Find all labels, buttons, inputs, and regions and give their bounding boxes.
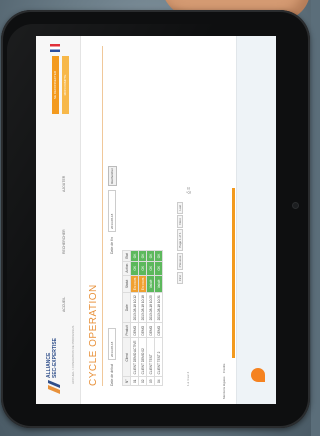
account-button[interactable]: MON COMPTE <box>62 56 69 114</box>
page-indicator: Page 1 of 1 <box>177 229 183 251</box>
table-header-row: N° Client Produit Date Statut Action Eta… <box>122 250 131 386</box>
export-icon[interactable]: ⎙ ✉ <box>186 187 191 194</box>
table-row[interactable]: 03 CLIENT TEST DEMO 2013-08-18 10:25 Val… <box>146 250 155 386</box>
action-badge[interactable]: OK <box>154 261 163 276</box>
status-badge: Validé <box>146 275 155 293</box>
cell: CLIENT DEMO 02 <box>138 337 147 377</box>
menu-item-search[interactable]: RECHERCHER <box>62 229 66 254</box>
state-badge: OK <box>146 250 155 262</box>
status-badge: En cours <box>138 275 147 293</box>
flag-icon[interactable] <box>50 44 60 52</box>
status-badge: En cours <box>130 275 139 293</box>
date-from-label: Date de début <box>110 364 114 386</box>
legal-link[interactable]: Mentions légales <box>222 376 226 399</box>
web-page: ALLIANCE SEC-EXPERTISE ACCUEIL RECHERCHE… <box>36 36 276 404</box>
cell: DEMO <box>130 322 139 338</box>
results-count: 1 à 4 sur 4 <box>186 371 190 386</box>
footer-links: Mentions légales Crédits <box>222 364 226 399</box>
cell: DEMO <box>154 322 163 338</box>
header: ALLIANCE SEC-EXPERTISE ACCUEIL RECHERCHE… <box>36 36 81 404</box>
col-header: Statut <box>122 275 131 293</box>
col-header: Client <box>122 337 131 377</box>
state-badge: OK <box>138 250 147 262</box>
col-header: Date <box>122 292 131 323</box>
footer-panel <box>236 36 276 404</box>
table-row[interactable]: 01 CLIENT DEMO ACTIVE DEMO 2013-08-18 10… <box>130 250 139 386</box>
menu-item-add[interactable]: AJOUTER <box>62 176 66 192</box>
tablet-screen: ALLIANCE SEC-EXPERTISE ACCUEIL RECHERCHE… <box>36 36 276 404</box>
cell: 03 <box>146 376 155 386</box>
breadcrumb: ACCUEIL > OPERATION DE PROCESSUS <box>71 325 75 384</box>
cell: 2013-08-18 10:18 <box>138 292 147 323</box>
date-to-input[interactable]: 2013-08-18 <box>108 190 116 232</box>
camera-icon <box>293 203 298 208</box>
cell: DEMO <box>138 322 147 338</box>
last-page-button[interactable]: Last <box>177 201 183 214</box>
menu-item-home[interactable]: ACCUEIL <box>62 297 66 312</box>
date-from-value: 2013-08-18 <box>110 341 114 357</box>
logo-text: ALLIANCE SEC-EXPERTISE <box>46 338 58 378</box>
cell: 02 <box>138 376 147 386</box>
action-badge[interactable]: OK <box>138 261 147 276</box>
col-header: N° <box>122 376 131 386</box>
credits-link[interactable]: Crédits <box>222 364 226 374</box>
logout-button[interactable]: SE DECONNECTER <box>52 56 59 114</box>
col-header: Produit <box>122 322 131 338</box>
pagination: First Previous Page 1 of 1 Next Last <box>177 201 183 284</box>
table-row[interactable]: 02 CLIENT DEMO 02 DEMO 2013-08-18 10:18 … <box>138 250 147 386</box>
search-button[interactable]: Rechercher <box>108 166 117 186</box>
date-from-input[interactable]: 2013-08-18 <box>108 328 116 360</box>
action-badge[interactable]: OK <box>130 261 139 276</box>
cell: CLIENT TEST <box>146 337 155 377</box>
state-badge: OK <box>130 250 139 262</box>
date-to-label: Date de fin <box>110 237 114 254</box>
page-title: CYCLE OPERATION <box>88 284 99 386</box>
cell: DEMO <box>146 322 155 338</box>
cell: CLIENT TEST 2 <box>154 337 163 377</box>
status-badge: Validé <box>154 275 163 293</box>
logo-line-2: SEC-EXPERTISE <box>52 337 58 378</box>
table-row[interactable]: 04 CLIENT TEST 2 DEMO 2013-08-18 10:31 V… <box>154 250 163 386</box>
previous-page-button[interactable]: Previous <box>177 252 183 271</box>
next-page-button[interactable]: Next <box>177 215 183 228</box>
date-to-value: 2013-08-18 <box>110 213 114 229</box>
logo-icon <box>48 380 60 394</box>
operations-table: N° Client Produit Date Statut Action Eta… <box>122 250 163 386</box>
col-header: Etat <box>122 250 131 262</box>
col-header: Action <box>122 261 131 276</box>
cell: 04 <box>154 376 163 386</box>
mascot-icon <box>251 368 265 382</box>
divider <box>102 46 103 386</box>
action-badge[interactable]: OK <box>146 261 155 276</box>
state-badge: OK <box>154 250 163 262</box>
cell: CLIENT DEMO ACTIVE <box>130 337 139 377</box>
orange-divider <box>232 188 235 358</box>
cell: 2013-08-18 10:12 <box>130 292 139 323</box>
cell: 2013-08-18 10:31 <box>154 292 163 323</box>
first-page-button[interactable]: First <box>177 272 183 284</box>
cell: 01 <box>130 376 139 386</box>
cell: 2013-08-18 10:25 <box>146 292 155 323</box>
